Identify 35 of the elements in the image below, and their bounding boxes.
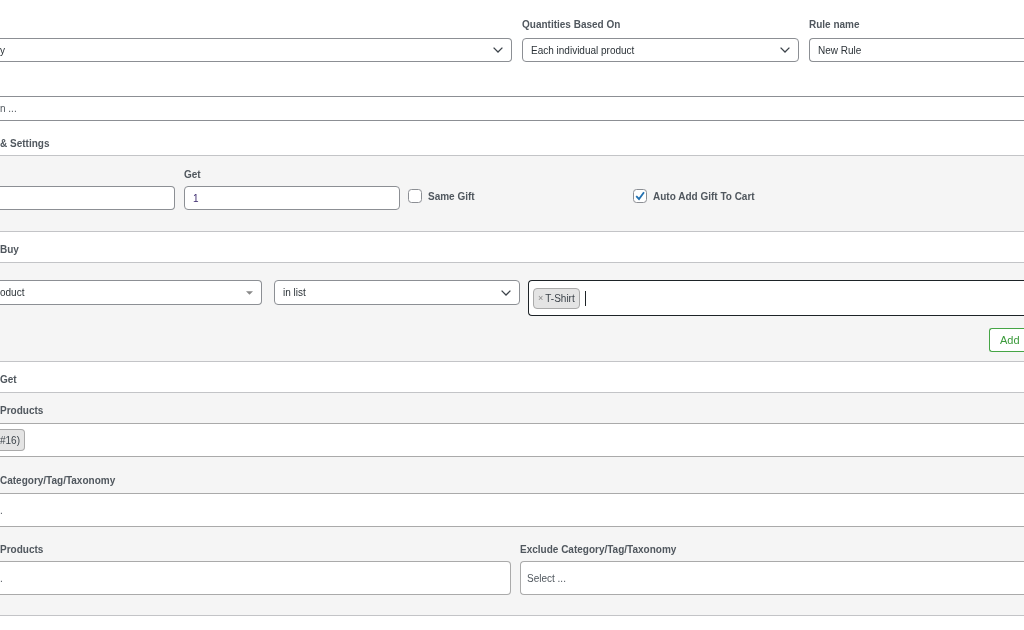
text-field[interactable]: 1 (184, 186, 400, 210)
text-cursor (584, 290, 586, 306)
select-field[interactable]: #16) (0, 423, 1024, 457)
tag-label: #16) (0, 434, 20, 446)
field-label: Products (0, 544, 44, 555)
select-field[interactable]: y (0, 38, 512, 62)
checkbox-label: Same Gift (428, 190, 475, 202)
checkbox[interactable] (408, 189, 422, 203)
field-label: Rule name (809, 19, 860, 30)
checkbox[interactable] (633, 189, 647, 203)
field-label: Products (0, 405, 44, 416)
select-field[interactable]: . (0, 493, 1024, 527)
text-field[interactable]: New Rule (809, 38, 1024, 62)
field-label: Get (184, 169, 201, 180)
section-heading: Get (0, 374, 17, 385)
caret-down-icon (246, 290, 253, 295)
select-field[interactable]: Each individual product (522, 38, 799, 62)
select-field[interactable]: . (0, 561, 511, 595)
section-heading: Buy (0, 244, 19, 255)
field-label: Category/Tag/Taxonomy (0, 475, 116, 486)
select-field[interactable]: oduct (0, 280, 262, 305)
section-heading: & Settings (0, 138, 50, 149)
tag-input-field[interactable]: × T-Shirt (528, 280, 1024, 316)
text-field[interactable]: n ... (0, 96, 1024, 121)
select-field[interactable]: in list (274, 280, 520, 305)
add-button[interactable]: Add (989, 328, 1024, 352)
select-field[interactable]: Select ... (520, 561, 1024, 595)
field-label: Exclude Category/Tag/Taxonomy (520, 544, 677, 555)
text-field[interactable] (0, 186, 175, 210)
checkbox-label: Auto Add Gift To Cart (653, 190, 755, 202)
chevron-down-icon (493, 47, 503, 53)
chevron-down-icon (501, 289, 511, 296)
tag-label: T-Shirt (545, 292, 575, 304)
field-label: Quantities Based On (522, 19, 621, 30)
chevron-down-icon (780, 47, 790, 53)
